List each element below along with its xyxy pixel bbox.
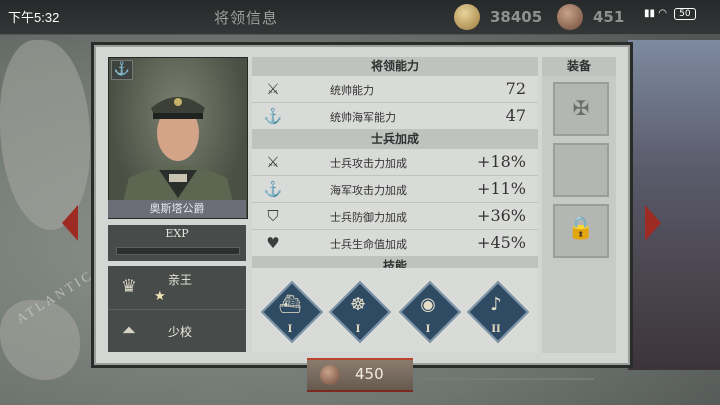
bonus-value: +45% xyxy=(477,233,526,252)
troops-header: 士兵加成 xyxy=(252,130,538,149)
eye-icon: ◉ xyxy=(420,294,436,315)
skill-eye[interactable]: ◉ I xyxy=(398,280,462,344)
battleship-icon: ⛴ xyxy=(278,294,302,315)
exp-progress-bar xyxy=(116,247,240,255)
nobility-title: 亲王 xyxy=(168,273,193,287)
skill-level: I xyxy=(355,324,361,335)
divider-right xyxy=(424,378,594,380)
skill-bugle[interactable]: ♪ II xyxy=(466,280,530,344)
next-general-preview xyxy=(628,40,720,370)
bonus-row-attack: ⚔ 士兵攻击力加成 +18% xyxy=(252,149,538,176)
anchor-icon: ⚓ xyxy=(263,107,283,125)
rank-panel: ♛ 亲王 ★ ⏶ 少校 xyxy=(108,266,246,352)
exp-panel: EXP xyxy=(108,225,246,261)
general-portrait: ⚓ xyxy=(108,57,248,219)
next-general-arrow[interactable] xyxy=(645,205,661,241)
battery-indicator: 50 xyxy=(674,8,696,20)
nobility-row: ♛ 亲王 ★ xyxy=(108,266,246,309)
screen-title: 将领信息 xyxy=(214,9,279,27)
signal-icon: ▮▮ xyxy=(644,8,656,19)
bonus-value: +18% xyxy=(477,152,526,171)
medal-coin-icon xyxy=(320,365,340,385)
bonus-value: +36% xyxy=(477,206,526,225)
bonus-label: 士兵防御力加成 xyxy=(330,211,407,224)
skill-battleship[interactable]: ⛴ I xyxy=(260,280,324,344)
bugle-icon: ♪ xyxy=(490,294,502,315)
anchor-badge-icon: ⚓ xyxy=(263,180,283,198)
rank-insignia-icon: ⏶ xyxy=(121,320,137,341)
gold-coin-icon xyxy=(454,4,480,30)
exp-label: EXP xyxy=(165,227,189,240)
wifi-icon: ◠ xyxy=(658,8,667,19)
cost-value: 450 xyxy=(355,365,384,383)
bonus-label: 海军攻击力加成 xyxy=(330,184,407,197)
anchor-icon: ⚓ xyxy=(111,60,133,80)
equipment-column: ✠ 🔒 xyxy=(542,76,616,353)
shield-badge-icon: ⛉ xyxy=(267,207,279,225)
stat-value: 72 xyxy=(505,79,526,98)
top-bar: 下午5:32 将领信息 38405 451 ▮▮ ◠ 50 xyxy=(0,0,720,35)
skill-level: II xyxy=(491,324,501,335)
crossed-swords-icon: ⚔ xyxy=(266,80,280,98)
upgrade-cost-button[interactable]: 450 xyxy=(307,358,413,392)
skill-level: I xyxy=(287,324,293,335)
crown-icon: ♛ xyxy=(120,276,138,297)
divider-left xyxy=(128,378,298,380)
equipment-slot-medal[interactable]: ✠ xyxy=(553,82,609,136)
lock-icon: 🔒 xyxy=(567,216,595,241)
bonus-row-defense: ⛉ 士兵防御力加成 +36% xyxy=(252,203,538,230)
ship-wheel-icon: ☸ xyxy=(349,294,367,315)
heart-badge-icon: ♥ xyxy=(266,234,280,252)
skill-ship-wheel[interactable]: ☸ I xyxy=(328,280,392,344)
stat-value: 47 xyxy=(505,106,526,125)
gold-value: 38405 xyxy=(490,8,543,26)
military-rank-row: ⏶ 少校 xyxy=(108,309,246,353)
stat-label: 统帅海军能力 xyxy=(330,111,396,124)
nobility-stars: ★ xyxy=(154,289,166,304)
equipment-slot-empty[interactable] xyxy=(553,143,609,197)
stat-row-command: ⚔ 统帅能力 72 xyxy=(252,76,538,103)
bonus-row-naval-attack: ⚓ 海军攻击力加成 +11% xyxy=(252,176,538,203)
skills-list: ⛴ I ☸ I ◉ I ♪ II xyxy=(252,268,538,352)
skill-level: I xyxy=(425,324,431,335)
status-time: 下午5:32 xyxy=(8,10,60,25)
previous-general-arrow[interactable] xyxy=(62,205,78,241)
portrait-figure xyxy=(119,97,237,218)
system-status: ▮▮ ◠ 50 xyxy=(644,8,696,20)
stat-label: 统帅能力 xyxy=(330,84,374,97)
medal-value: 451 xyxy=(593,8,625,26)
sword-badge-icon: ⚔ xyxy=(266,153,280,171)
general-name: 奥斯塔公爵 xyxy=(108,200,246,218)
leadership-header: 将领能力 xyxy=(252,57,538,76)
iron-cross-icon: ✠ xyxy=(572,96,590,120)
medal-coin-icon xyxy=(557,4,583,30)
bonus-label: 士兵生命值加成 xyxy=(330,238,407,251)
stat-row-naval-command: ⚓ 统帅海军能力 47 xyxy=(252,103,538,130)
military-rank: 少校 xyxy=(168,325,193,339)
equipment-header: 装备 xyxy=(542,57,616,76)
general-info-panel: ⚓ 奥斯塔公爵 EXP ♛ 亲王 ★ ⏶ 少校 将领能力 ⚔ 统帅能力 72 ⚓… xyxy=(94,45,630,365)
bonus-row-health: ♥ 士兵生命值加成 +45% xyxy=(252,230,538,257)
equipment-slot-locked[interactable]: 🔒 xyxy=(553,204,609,258)
bonus-value: +11% xyxy=(477,179,526,198)
bonus-label: 士兵攻击力加成 xyxy=(330,157,407,170)
